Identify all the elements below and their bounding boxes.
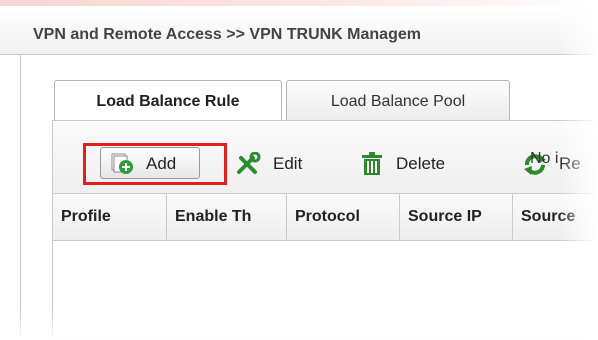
delete-button-label: Delete <box>396 154 446 173</box>
column-header-protocol[interactable]: Protocol <box>287 194 400 240</box>
rule-grid: Add Edit Delete Re Profile Enable Th Pro… <box>52 120 598 340</box>
column-header-source-ip[interactable]: Source IP <box>400 194 513 240</box>
column-header-source[interactable]: Source <box>513 194 598 240</box>
tab-load-balance-pool[interactable]: Load Balance Pool <box>286 80 510 121</box>
trash-icon <box>361 152 383 187</box>
add-icon <box>110 153 134 186</box>
add-button-label: Add <box>146 154 177 173</box>
add-button[interactable]: Add <box>100 147 200 179</box>
table-header-row: Profile Enable Th Protocol Source IP Sou… <box>53 194 598 241</box>
empty-table-message: No i <box>530 150 559 167</box>
column-header-enable[interactable]: Enable Th <box>167 194 287 240</box>
title-bar: VPN and Remote Access >> VPN TRUNK Manag… <box>0 6 598 55</box>
page-panel: VPN and Remote Access >> VPN TRUNK Manag… <box>0 0 598 340</box>
toolbar: Add Edit Delete Re <box>53 121 598 194</box>
column-header-profile[interactable]: Profile <box>53 194 167 240</box>
edit-icon <box>235 151 261 187</box>
tab-load-balance-rule[interactable]: Load Balance Rule <box>54 80 282 121</box>
refresh-button-label: Re <box>559 154 581 173</box>
breadcrumb: VPN and Remote Access >> VPN TRUNK Manag… <box>33 26 421 43</box>
delete-button[interactable]: Delete <box>361 148 481 180</box>
edit-button[interactable]: Edit <box>235 148 325 180</box>
edit-button-label: Edit <box>273 154 303 173</box>
